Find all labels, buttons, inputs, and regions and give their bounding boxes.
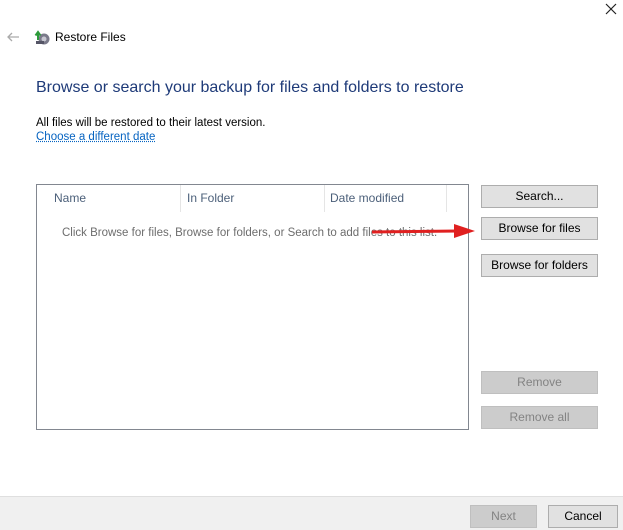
search-button[interactable]: Search... <box>481 185 598 208</box>
choose-date-link[interactable]: Choose a different date <box>36 131 155 143</box>
column-header-date-modified[interactable]: Date modified <box>325 185 447 212</box>
file-list[interactable]: Name In Folder Date modified Click Brows… <box>36 184 469 430</box>
column-header-name[interactable]: Name <box>37 185 181 212</box>
window-title: Restore Files <box>55 30 126 44</box>
close-icon[interactable] <box>604 2 618 16</box>
restore-files-icon <box>34 30 50 45</box>
back-arrow-icon[interactable] <box>6 30 20 44</box>
remove-all-button[interactable]: Remove all <box>481 406 598 429</box>
info-text: All files will be restored to their late… <box>36 117 266 129</box>
next-button[interactable]: Next <box>470 505 537 528</box>
cancel-button[interactable]: Cancel <box>548 505 618 528</box>
browse-for-files-button[interactable]: Browse for files <box>481 217 598 240</box>
page-heading: Browse or search your backup for files a… <box>36 79 464 96</box>
browse-for-folders-button[interactable]: Browse for folders <box>481 254 598 277</box>
column-header-in-folder[interactable]: In Folder <box>181 185 325 212</box>
red-arrow-annotation <box>372 224 475 238</box>
remove-button[interactable]: Remove <box>481 371 598 394</box>
